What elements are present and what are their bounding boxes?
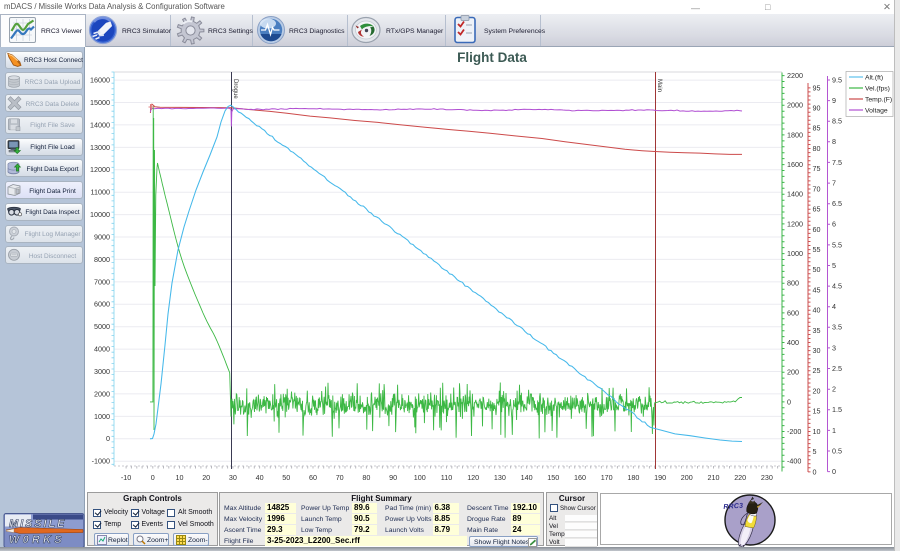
svg-text:W0RKS: W0RKS	[9, 534, 65, 546]
svg-text:RRC3: RRC3	[723, 503, 743, 511]
